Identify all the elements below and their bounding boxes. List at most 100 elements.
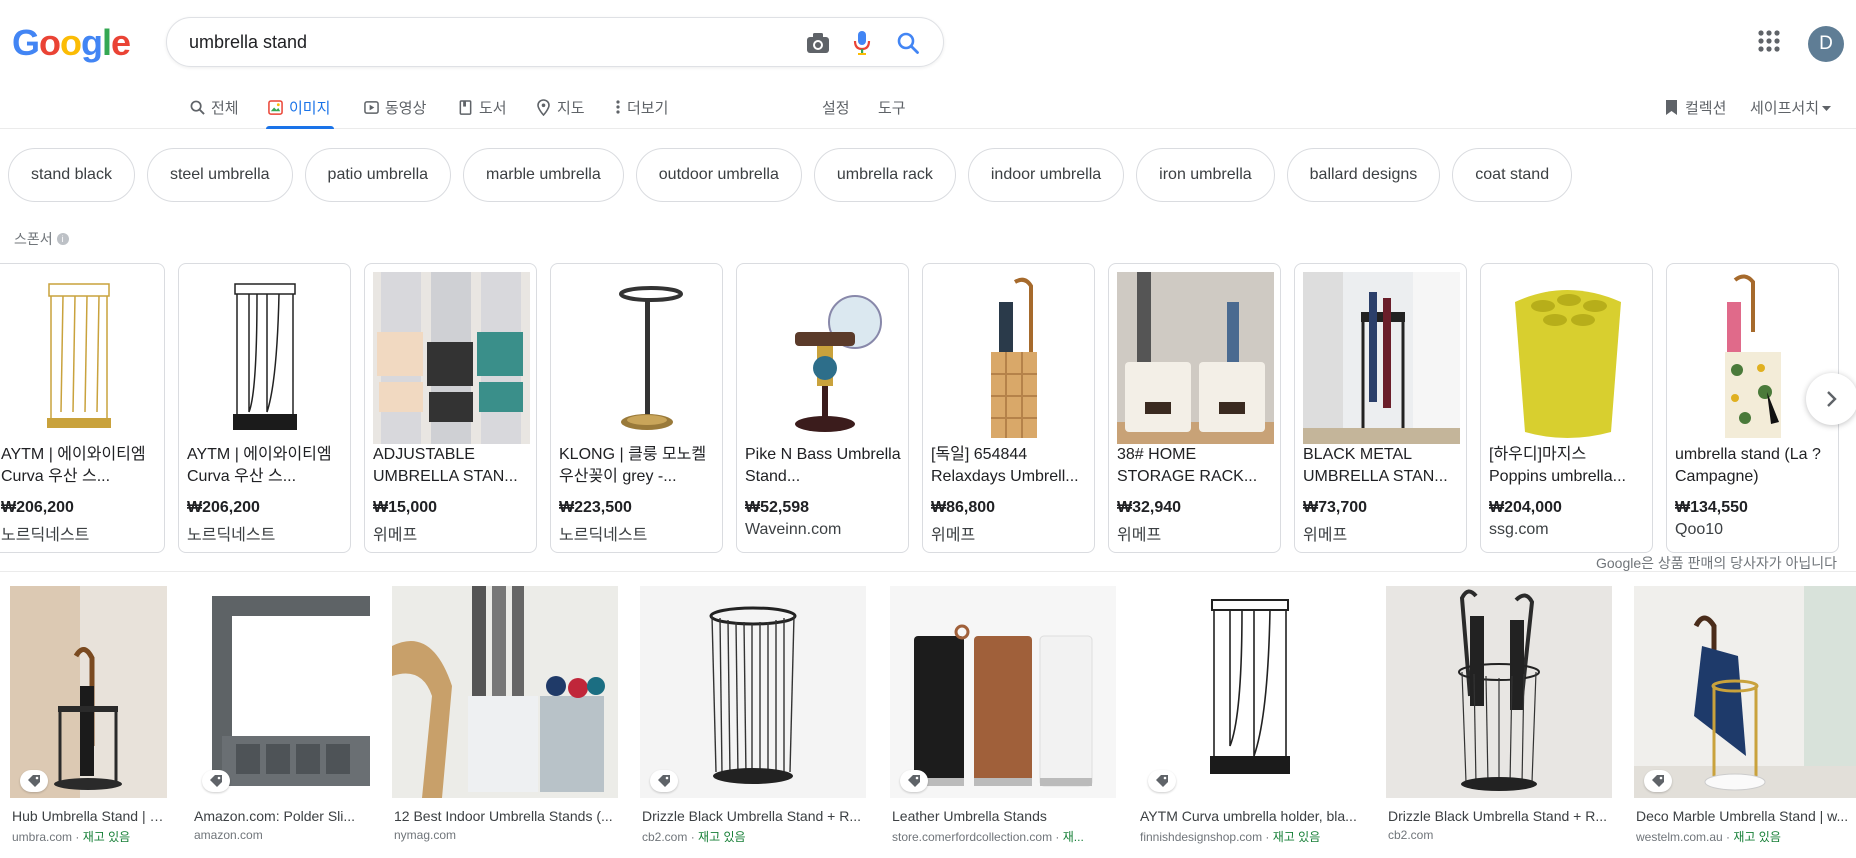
product-card[interactable]: [독일] 654844 Relaxdays Umbrell... ₩86,800…	[922, 263, 1095, 553]
result-thumbnail	[890, 586, 1116, 798]
avatar[interactable]: D	[1808, 26, 1844, 62]
product-tag-icon	[900, 770, 928, 792]
product-title: Pike N Bass Umbrella Stand...	[745, 446, 901, 485]
product-card[interactable]: [하우디]마지스 Poppins umbrella... ₩204,000 ss…	[1480, 263, 1653, 553]
product-price: ₩206,200	[1, 499, 74, 516]
stock-status: 재고 있음	[1272, 830, 1321, 844]
product-price: ₩223,500	[559, 499, 632, 516]
divider	[0, 571, 1856, 572]
image-result[interactable]: 12 Best Indoor Umbrella Stands (... nyma…	[392, 586, 618, 858]
search-icon[interactable]	[895, 30, 921, 56]
collections-label: 컬렉션	[1685, 99, 1727, 117]
microphone-icon[interactable]	[849, 30, 875, 56]
result-source: umbra.com · 재고 있음	[12, 830, 131, 844]
collections-button[interactable]: 컬렉션	[1662, 86, 1726, 128]
map-pin-icon	[534, 98, 552, 116]
product-image	[1, 272, 158, 444]
tab-label: 도서	[479, 99, 507, 117]
tab-label: 동영상	[385, 99, 427, 117]
tab-more[interactable]: 더보기	[614, 86, 668, 128]
product-store: ssg.com	[1489, 521, 1549, 538]
image-results: Hub Umbrella Stand | S... umbra.com · 재고…	[0, 586, 1856, 858]
product-store: Waveinn.com	[745, 521, 842, 538]
stock-status: 재고 있음	[698, 830, 746, 844]
logo-letter: G	[12, 22, 40, 63]
tab-tools[interactable]: 도구	[878, 86, 906, 128]
tab-label: 지도	[557, 99, 585, 117]
camera-icon[interactable]	[805, 30, 831, 56]
logo-letter: o	[39, 22, 61, 63]
chip[interactable]: marble umbrella	[463, 148, 624, 202]
search-box	[166, 17, 944, 67]
tab-label: 설정	[822, 99, 850, 117]
result-source: cb2.com · 재고 있음	[642, 830, 746, 844]
tab-books[interactable]: 도서	[456, 86, 507, 128]
stock-status: 재고 있음	[1733, 830, 1781, 844]
product-card[interactable]: BLACK METAL UMBRELLA STAN... ₩73,700 위메프	[1294, 263, 1467, 553]
info-icon[interactable]: i	[56, 233, 69, 245]
product-price: ₩206,200	[187, 499, 260, 516]
tab-images[interactable]: 이미지	[266, 86, 335, 129]
result-thumbnail	[392, 586, 618, 798]
image-result[interactable]: Drizzle Black Umbrella Stand + R... cb2.…	[640, 586, 866, 858]
product-image	[1117, 272, 1274, 444]
image-result[interactable]: Hub Umbrella Stand | S... umbra.com · 재고…	[10, 586, 167, 858]
tab-videos[interactable]: 동영상	[362, 86, 426, 128]
image-result[interactable]: AYTM Curva umbrella holder, bla... finni…	[1138, 586, 1364, 858]
result-source: cb2.com	[1388, 828, 1610, 842]
source-domain: nymag.com	[394, 828, 457, 842]
tab-settings[interactable]: 설정	[822, 86, 850, 128]
chip[interactable]: indoor umbrella	[967, 148, 1125, 202]
chip[interactable]: steel umbrella	[146, 148, 293, 202]
product-card[interactable]: KLONG | 클룽 모노켈 우산꽂이 grey -... ₩223,500 노…	[550, 263, 723, 553]
search-input[interactable]	[189, 18, 749, 66]
product-tag-icon	[1644, 770, 1672, 792]
product-tag-icon	[1148, 770, 1176, 792]
result-thumbnail	[192, 586, 370, 798]
result-thumbnail	[1386, 586, 1612, 798]
product-store: 위메프	[1303, 527, 1348, 544]
product-title: [하우디]마지스 Poppins umbrella...	[1489, 446, 1626, 485]
result-source: store.comerfordcollection.com · 재...	[892, 830, 1084, 844]
image-result[interactable]: Drizzle Black Umbrella Stand + R... cb2.…	[1386, 586, 1612, 858]
product-image	[931, 272, 1088, 444]
chip[interactable]: iron umbrella	[1136, 148, 1275, 202]
related-chips: stand black steel umbrella patio umbrella m…	[8, 148, 1573, 202]
tab-label: 전체	[211, 99, 239, 117]
google-logo[interactable]: Google	[12, 22, 131, 64]
chip[interactable]: coat stand	[1452, 148, 1573, 202]
product-title: [독일] 654844 Relaxdays Umbrell...	[931, 446, 1079, 485]
image-result[interactable]: Deco Marble Umbrella Stand | w... westel…	[1634, 586, 1856, 858]
chip[interactable]: stand black	[8, 148, 135, 202]
carousel-next-button[interactable]	[1806, 373, 1856, 425]
chip[interactable]: patio umbrella	[304, 148, 452, 202]
product-card[interactable]: AYTM | 에이와이티엠 Curva 우산 스... ₩206,200 노르딕…	[178, 263, 351, 553]
result-source: westelm.com.au · 재고 있음	[1636, 830, 1781, 844]
chip[interactable]: outdoor umbrella	[635, 148, 802, 202]
logo-letter: e	[111, 22, 131, 63]
product-price: ₩15,000	[373, 499, 438, 516]
chevron-right-icon	[1827, 391, 1837, 407]
tab-maps[interactable]: 지도	[534, 86, 585, 128]
product-card[interactable]: AYTM | 에이와이티엠 Curva 우산 스... ₩206,200 노르딕…	[0, 263, 165, 553]
product-card[interactable]: Pike N Bass Umbrella Stand... ₩52,598 Wa…	[736, 263, 909, 553]
product-store: Qoo10	[1675, 521, 1724, 538]
result-title: Hub Umbrella Stand | S...	[12, 808, 165, 824]
safesearch-button[interactable]: 세이프서치	[1750, 86, 1832, 128]
bookmark-icon	[1662, 98, 1680, 116]
header: Google D	[0, 0, 1856, 84]
product-title: AYTM | 에이와이티엠 Curva 우산 스...	[1, 446, 146, 485]
product-store: 위메프	[931, 527, 976, 544]
chip[interactable]: ballard designs	[1286, 148, 1441, 202]
product-card[interactable]: ADJUSTABLE UMBRELLA STAN... ₩15,000 위메프	[364, 263, 537, 553]
search-icon	[188, 98, 206, 116]
chip[interactable]: umbrella rack	[813, 148, 956, 202]
image-result[interactable]: Amazon.com: Polder Sli... amazon.com	[192, 586, 370, 858]
product-store: 노르딕네스트	[1, 527, 90, 544]
product-title: umbrella stand (La ? Campagne)	[1675, 446, 1821, 485]
apps-grid-icon[interactable]	[1758, 30, 1782, 54]
tab-label: 도구	[878, 99, 906, 117]
tab-all[interactable]: 전체	[188, 86, 239, 128]
product-card[interactable]: 38# HOME STORAGE RACK... ₩32,940 위메프	[1108, 263, 1281, 553]
image-result[interactable]: Leather Umbrella Stands store.comerfordc…	[890, 586, 1116, 858]
